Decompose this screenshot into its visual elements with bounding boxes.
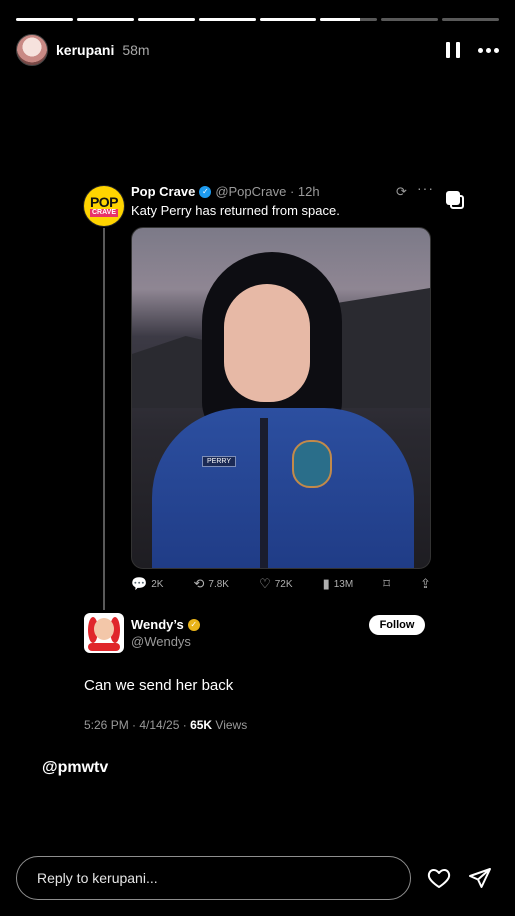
story-header: kerupani 58m	[16, 34, 499, 66]
heart-icon[interactable]	[427, 866, 451, 890]
progress-segment	[259, 18, 317, 21]
bookmark-icon: ⌑	[383, 576, 390, 591]
grok-icon: ⟳	[396, 184, 407, 199]
tweet-photo: PERRY	[131, 227, 431, 569]
more-options-icon[interactable]	[478, 47, 499, 53]
avatar[interactable]	[16, 34, 48, 66]
progress-segment	[16, 18, 73, 21]
like-icon: ♡	[259, 576, 271, 591]
reply-author-name: Wendy’s	[131, 617, 184, 632]
post-time: 58m	[122, 42, 150, 58]
progress-segment	[381, 18, 439, 21]
reply-author: Wendy’s ✓	[131, 617, 204, 632]
tweet-more-icon: ···	[417, 180, 434, 196]
view-count: ▮ 13M	[322, 576, 354, 591]
verified-badge-icon: ✓	[199, 185, 212, 198]
reply-meta: 5:26 PM · 4/14/25 · 65K Views	[84, 718, 248, 732]
photo-nametag: PERRY	[202, 456, 236, 467]
follow-button[interactable]: Follow	[369, 615, 425, 635]
like-count: ♡ 72K	[259, 576, 293, 591]
views-icon: ▮	[322, 576, 330, 591]
reply-input[interactable]	[16, 856, 411, 900]
reply-icon: 💬	[131, 576, 148, 591]
reply-count: 💬 2K	[131, 576, 164, 591]
mission-patch	[292, 440, 332, 488]
reply-text: Can we send her back	[84, 677, 234, 694]
progress-segment	[442, 18, 499, 21]
tweet-time: 12h	[297, 184, 320, 199]
share-icon: ⇪	[420, 576, 431, 591]
repost-count: ⟲ 7.8K	[193, 576, 229, 591]
tweet-author-handle: @PopCrave	[215, 184, 287, 199]
progress-segment	[137, 18, 195, 21]
progress-segment	[76, 18, 134, 21]
tweet-text: Katy Perry has returned from space.	[131, 203, 340, 218]
copy-icon[interactable]	[446, 191, 466, 211]
progress-segment	[320, 18, 378, 21]
thread-line	[103, 228, 105, 610]
send-icon[interactable]	[468, 866, 492, 890]
repost-icon: ⟲	[193, 576, 205, 591]
tweet-author-name: Pop Crave	[131, 184, 196, 199]
progress-segment	[198, 18, 256, 21]
tweet-actions: 💬 2K ⟲ 7.8K ♡ 72K ▮ 13M ⌑ ⇪	[131, 576, 431, 592]
wendys-avatar	[84, 613, 124, 653]
pause-icon[interactable]	[446, 42, 460, 58]
reply-author-handle: @Wendys	[131, 634, 191, 649]
tweet-header: Pop Crave ✓ @PopCrave · 12h	[131, 184, 320, 199]
username[interactable]: kerupani	[56, 42, 114, 58]
mention-sticker[interactable]: @pmwtv	[42, 759, 108, 777]
story-progress	[16, 18, 499, 21]
verified-gold-badge-icon: ✓	[187, 618, 200, 631]
pop-crave-avatar: POP CRAVE	[84, 186, 124, 226]
